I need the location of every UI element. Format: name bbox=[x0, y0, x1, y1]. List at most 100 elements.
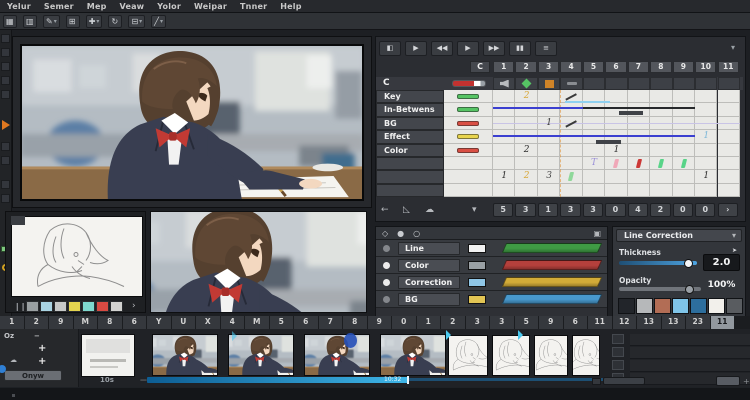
layers-panel-icon[interactable]: ▣ bbox=[593, 229, 601, 238]
palette-swatch[interactable] bbox=[40, 301, 53, 312]
ruler-cell[interactable]: 4 bbox=[220, 316, 245, 329]
xsheet-cell[interactable] bbox=[672, 183, 696, 198]
layers-tool-icon[interactable]: ⊟ ▾ bbox=[128, 14, 146, 28]
frame-thumbnail[interactable] bbox=[152, 334, 218, 376]
ruler-cell[interactable]: 11 bbox=[588, 316, 613, 329]
current-row-cell[interactable] bbox=[627, 77, 651, 90]
ruler-cell[interactable]: 12 bbox=[612, 316, 637, 329]
track-button[interactable] bbox=[612, 334, 624, 344]
layer-duration-bar[interactable] bbox=[501, 294, 603, 304]
sketch-canvas[interactable] bbox=[11, 216, 143, 297]
xsheet-cell[interactable] bbox=[672, 103, 696, 117]
ruler-cell[interactable]: 13 bbox=[637, 316, 662, 329]
ruler-cell[interactable]: 9 bbox=[49, 316, 74, 329]
xsheet-cell[interactable] bbox=[493, 130, 516, 144]
xsheet-cell[interactable] bbox=[717, 170, 740, 184]
play-alt-button[interactable]: ▶ bbox=[457, 41, 479, 56]
ruler-cell[interactable]: 6 bbox=[122, 316, 147, 329]
column-header-1[interactable]: 1 bbox=[493, 61, 515, 73]
sketch-thumbnail[interactable] bbox=[534, 335, 568, 376]
xsheet-cell[interactable] bbox=[717, 143, 740, 157]
layer-duration-bar[interactable] bbox=[501, 260, 603, 270]
row-label-empty[interactable] bbox=[376, 183, 444, 198]
rail-button[interactable] bbox=[1, 90, 10, 99]
scrub-handle[interactable] bbox=[407, 376, 409, 384]
ruler-cell[interactable]: 8 bbox=[98, 316, 123, 329]
ruler-cell[interactable]: 5 bbox=[514, 316, 539, 329]
add-button[interactable]: + bbox=[38, 343, 46, 354]
xsheet-cell[interactable] bbox=[537, 183, 561, 198]
color-swatch[interactable] bbox=[618, 298, 635, 314]
frame-count-button[interactable]: 0 bbox=[695, 203, 716, 217]
layer-duration-bar[interactable] bbox=[501, 277, 603, 287]
viewport-canvas[interactable] bbox=[20, 44, 364, 201]
xsheet-cell[interactable] bbox=[650, 183, 673, 198]
ruler-cell[interactable]: 1 bbox=[0, 316, 25, 329]
paper-thumbnail[interactable] bbox=[81, 334, 135, 377]
xsheet-cell[interactable] bbox=[650, 103, 673, 117]
plus-icon[interactable]: + bbox=[743, 377, 750, 386]
xsheet-cell[interactable] bbox=[672, 170, 696, 184]
row-label-empty[interactable] bbox=[376, 157, 444, 171]
xsheet-cell[interactable] bbox=[627, 130, 651, 144]
xsheet-cell[interactable] bbox=[717, 103, 740, 117]
opacity-slider-thumb[interactable] bbox=[684, 284, 694, 294]
ruler-cell[interactable]: 8 bbox=[343, 316, 368, 329]
ruler-cell[interactable]: 9 bbox=[539, 316, 564, 329]
current-row-cell[interactable] bbox=[493, 77, 516, 90]
palette-swatch[interactable] bbox=[26, 301, 39, 312]
list-button[interactable]: ≡ bbox=[535, 41, 557, 56]
ruler-cell[interactable]: U bbox=[171, 316, 196, 329]
pause-button[interactable]: ▮▮ bbox=[509, 41, 531, 56]
rail-button[interactable] bbox=[1, 48, 10, 57]
ruler-cell[interactable]: 6 bbox=[563, 316, 588, 329]
ruler-cell[interactable]: M bbox=[245, 316, 270, 329]
palette-swatch[interactable] bbox=[110, 301, 123, 312]
menu-item-tnner[interactable]: Tnner bbox=[240, 2, 267, 11]
track-button[interactable] bbox=[612, 360, 624, 370]
column-header-5[interactable]: 5 bbox=[582, 61, 605, 73]
xsheet-cell[interactable] bbox=[537, 130, 561, 144]
frame-count-button[interactable]: 5 bbox=[493, 203, 514, 217]
menu-item-veaw[interactable]: Veaw bbox=[120, 2, 145, 11]
column-header-4[interactable]: 4 bbox=[560, 61, 582, 73]
grid-alt-icon[interactable]: ▥ bbox=[23, 14, 37, 28]
frame-count-button[interactable]: 3 bbox=[582, 203, 604, 217]
frame-thumbnail[interactable] bbox=[304, 334, 370, 376]
palette-swatch[interactable] bbox=[68, 301, 81, 312]
xsheet-chevron-icon[interactable]: ▾ bbox=[731, 43, 735, 52]
xsheet-cell[interactable] bbox=[493, 183, 516, 198]
frame-count-button[interactable]: 1 bbox=[537, 203, 559, 217]
cloud-add-button[interactable]: + bbox=[38, 356, 46, 367]
column-header-3[interactable]: 3 bbox=[537, 61, 560, 73]
layer-row-line[interactable]: Line bbox=[376, 240, 607, 257]
xsheet-cell[interactable] bbox=[560, 103, 583, 117]
layer-swatch[interactable] bbox=[468, 277, 486, 287]
palette-more-icon[interactable]: › bbox=[132, 301, 136, 311]
palette-swatch[interactable] bbox=[82, 301, 95, 312]
sketch-thumbnail[interactable] bbox=[572, 335, 600, 376]
line-correction-header[interactable]: Line Correction ▾ bbox=[616, 229, 742, 242]
ruler-cell[interactable]: 5 bbox=[269, 316, 294, 329]
rail-button[interactable] bbox=[1, 180, 10, 189]
row-chip-cell[interactable] bbox=[444, 170, 493, 184]
mini-button[interactable] bbox=[716, 376, 740, 386]
color-swatch[interactable] bbox=[636, 298, 653, 314]
palette-swatch[interactable] bbox=[96, 301, 109, 312]
empty-track[interactable] bbox=[630, 347, 750, 359]
frame-thumbnail[interactable] bbox=[228, 334, 294, 376]
sketch-thumbnail[interactable] bbox=[492, 335, 530, 376]
mini-scroll-bar[interactable] bbox=[603, 377, 645, 385]
palette-swatch[interactable] bbox=[54, 301, 67, 312]
add-tool-icon[interactable]: ✚ ▾ bbox=[85, 14, 103, 28]
row-chip-cell[interactable] bbox=[444, 183, 493, 198]
xsheet-cell[interactable] bbox=[493, 103, 516, 117]
dot-filter-icon[interactable]: ● bbox=[397, 229, 404, 238]
xsheet-cell[interactable] bbox=[627, 170, 651, 184]
ruler-cell[interactable]: 6 bbox=[294, 316, 319, 329]
row-chip-cell[interactable] bbox=[444, 157, 493, 171]
ruler-cell[interactable]: 2 bbox=[441, 316, 466, 329]
ruler-cell[interactable]: M bbox=[73, 316, 98, 329]
color-preview-panel[interactable] bbox=[150, 211, 367, 313]
sketch-thumbnail[interactable] bbox=[448, 335, 488, 376]
